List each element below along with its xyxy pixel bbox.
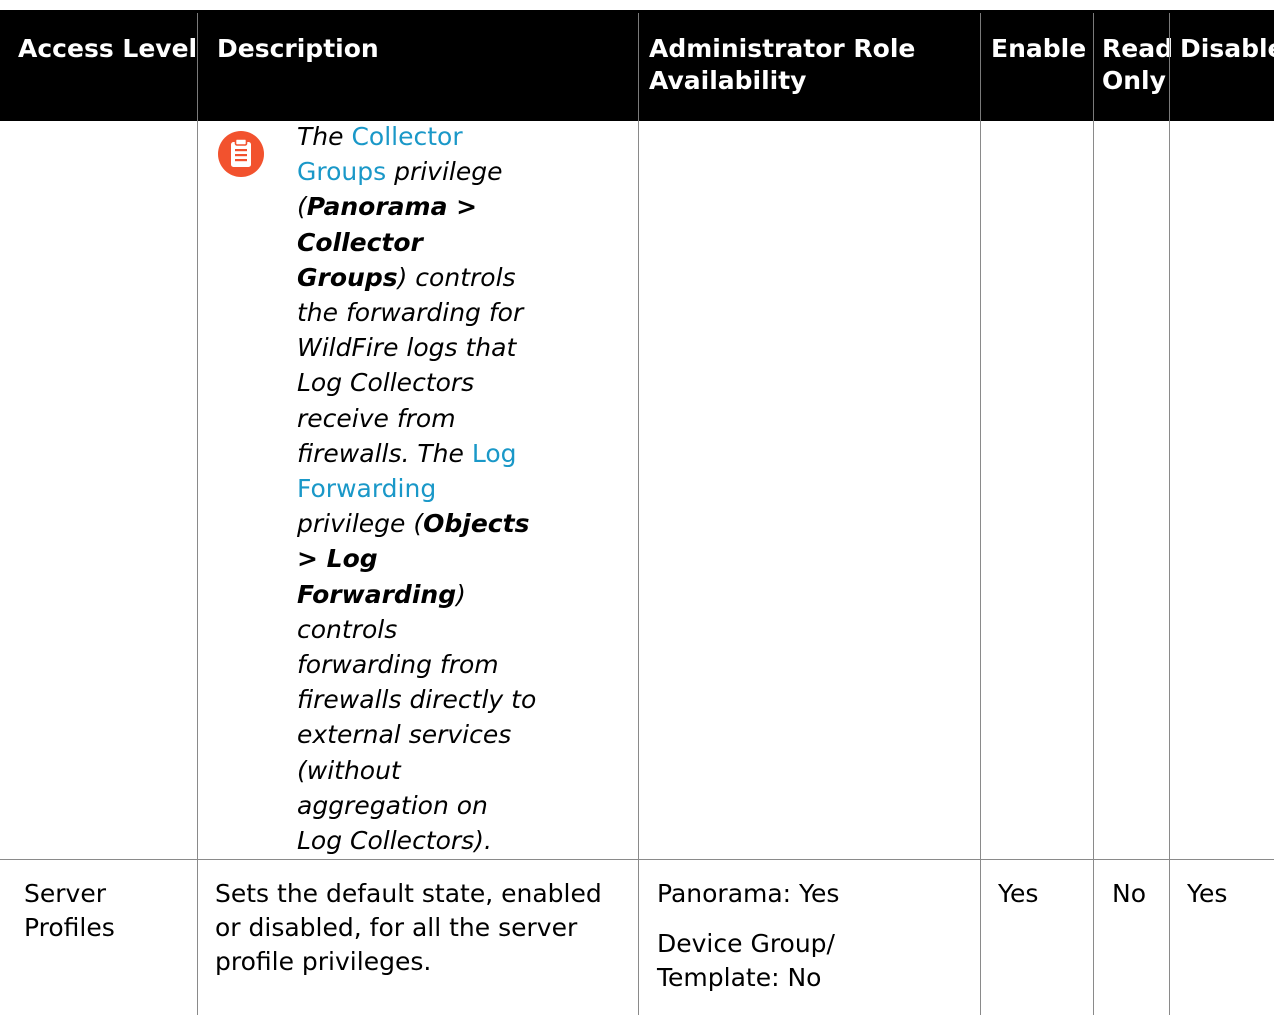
header-read-only: Read Only (1102, 34, 1173, 95)
note-text-run: ) controls forwarding from firewalls dir… (297, 579, 537, 856)
cell-disable: Yes (1187, 879, 1228, 908)
header-divider (1169, 13, 1170, 121)
column-divider (980, 121, 981, 1015)
column-divider (197, 121, 198, 1015)
cell-availability-panorama: Panorama: Yes (657, 879, 840, 908)
header-role-availability: Administrator Role Availability (649, 34, 916, 95)
cell-availability-device-group: Device Group/ Template: No (657, 929, 835, 992)
header-divider (1093, 13, 1094, 121)
note-text: The Collector Groups privilege (Panorama… (297, 119, 537, 858)
header-divider (980, 13, 981, 121)
row-divider (0, 859, 1274, 860)
header-divider (197, 13, 198, 121)
column-divider (1169, 121, 1170, 1015)
header-access-level: Access Level (18, 34, 198, 63)
cell-access-level: Server Profiles (24, 879, 115, 942)
cell-enable: Yes (998, 879, 1039, 908)
header-description: Description (217, 34, 379, 63)
header-disable: Disable (1180, 34, 1274, 63)
note-text-run: privilege ( (297, 509, 424, 539)
header-enable: Enable (991, 34, 1087, 63)
note-text-run: The (297, 122, 352, 151)
clipboard-note-icon (217, 130, 265, 178)
column-divider (1093, 121, 1094, 1015)
cell-description: Sets the default state, enabled or disab… (215, 879, 602, 976)
header-divider (638, 13, 639, 121)
cell-read-only: No (1112, 879, 1146, 908)
column-divider (638, 121, 639, 1015)
note-text-run: ) controls the forwarding for WildFire l… (297, 262, 524, 468)
